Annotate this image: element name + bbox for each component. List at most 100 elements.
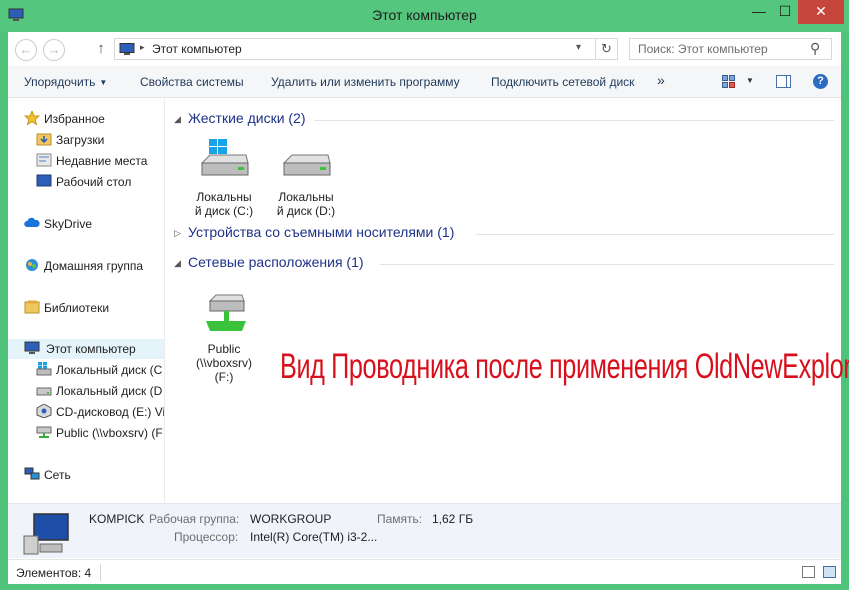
address-dropdown-icon[interactable]: ▾ — [576, 42, 581, 53]
computer-icon — [119, 43, 135, 55]
desktop-icon — [36, 174, 52, 187]
search-box[interactable]: Поиск: Этот компьютер ⚲ — [629, 38, 832, 60]
libraries-icon — [24, 300, 40, 314]
network-drive-icon — [206, 294, 246, 331]
network-drive-icon — [36, 426, 52, 438]
nav-item-label: Загрузки — [56, 133, 105, 147]
hard-drive-icon — [36, 387, 52, 396]
recent-places-icon — [36, 153, 52, 167]
memory-value: 1,62 ГБ — [432, 512, 474, 526]
status-bar: Элементов: 4 — [8, 559, 841, 584]
back-button[interactable]: ← — [15, 39, 37, 61]
nav-item-label: Недавние места — [56, 154, 148, 168]
search-icon[interactable]: ⚲ — [810, 40, 820, 57]
status-divider — [100, 564, 101, 581]
breadcrumb-separator-icon[interactable]: ▸ — [140, 42, 145, 53]
help-icon[interactable]: ? — [813, 74, 828, 89]
nav-favorites-label: Избранное — [44, 112, 105, 126]
forward-button[interactable]: → — [43, 39, 65, 61]
computer-icon — [23, 513, 69, 555]
chevron-down-icon: ▼ — [99, 78, 108, 87]
group-network[interactable]: ◢ Сетевые расположения (1) — [174, 254, 834, 274]
command-bar: Упорядочить ▼ Свойства системы Удалить ил… — [8, 66, 841, 98]
minimize-button[interactable]: — — [746, 0, 772, 24]
homegroup-icon — [26, 259, 38, 271]
memory-label: Память: — [377, 512, 423, 526]
title-bar[interactable]: Этот компьютер — ☐ ✕ — [0, 0, 849, 32]
explorer-window: ← → ↑ ▸ Этот компьютер ▾ ↻ Поиск: Этот к… — [8, 32, 849, 584]
group-collapse-icon[interactable]: ◢ — [174, 114, 181, 125]
nav-this-pc[interactable]: Этот компьютер — [8, 339, 164, 359]
group-title: Сетевые расположения (1) — [188, 254, 364, 270]
processor-label: Процессор: — [174, 530, 239, 544]
details-view-icon[interactable] — [802, 566, 815, 578]
drive-d[interactable]: Локальны й диск (D:) — [270, 139, 342, 218]
refresh-button[interactable]: ↻ — [595, 39, 617, 59]
large-icons-view-icon[interactable] — [823, 566, 836, 578]
nav-homegroup-label: Домашняя группа — [44, 259, 144, 273]
network-location-label: Public — [207, 342, 241, 356]
change-view-icon[interactable] — [722, 75, 735, 88]
group-removable[interactable]: ▷ Устройства со съемными носителями (1) — [174, 224, 834, 244]
windows-drive-icon — [36, 362, 52, 376]
drive-label: Локальны — [278, 190, 334, 204]
nav-item-label: Локальный диск (C — [56, 363, 163, 377]
network-location-public[interactable]: Public (\\vboxsrv) (F:) — [188, 291, 260, 384]
group-collapse-icon[interactable]: ◢ — [174, 258, 181, 269]
nav-item-label: CD-дисковод (E:) Vi — [56, 405, 165, 419]
organize-button[interactable]: Упорядочить ▼ — [24, 75, 107, 89]
nav-this-pc-label: Этот компьютер — [46, 342, 136, 356]
nav-skydrive-label: SkyDrive — [44, 217, 93, 231]
group-title: Устройства со съемными носителями (1) — [188, 224, 455, 240]
organize-label: Упорядочить — [24, 75, 96, 89]
cloud-icon — [24, 217, 40, 227]
window-title: Этот компьютер — [372, 7, 477, 23]
group-expand-icon[interactable]: ▷ — [174, 228, 181, 239]
address-bar[interactable]: ▸ Этот компьютер ▾ ↻ — [114, 38, 618, 60]
search-input[interactable]: Поиск: Этот компьютер — [638, 42, 768, 56]
group-title: Жесткие диски (2) — [188, 110, 306, 126]
drive-label: й диск (C:) — [194, 204, 254, 218]
maximize-button[interactable]: ☐ — [772, 0, 798, 24]
network-icon — [24, 467, 40, 480]
close-button[interactable]: ✕ — [798, 0, 844, 24]
workgroup-label: Рабочая группа: — [149, 512, 240, 526]
star-icon — [24, 111, 40, 125]
group-divider — [380, 264, 834, 265]
system-properties-button[interactable]: Свойства системы — [140, 75, 244, 89]
uninstall-program-button[interactable]: Удалить или изменить программу — [271, 75, 460, 89]
network-location-label: (\\vboxsrv) — [195, 356, 252, 370]
computer-name: KOMPICK — [89, 512, 145, 526]
address-row: ← → ↑ ▸ Этот компьютер ▾ ↻ Поиск: Этот к… — [8, 32, 841, 66]
network-location-label: (F:) — [214, 370, 234, 384]
processor-value: Intel(R) Core(TM) i3-2... — [250, 530, 378, 544]
group-hard-disks[interactable]: ◢ Жесткие диски (2) — [174, 110, 834, 130]
file-view: ◢ Жесткие диски (2) Локальны й диск (C:) — [166, 99, 849, 502]
downloads-folder-icon — [36, 133, 52, 146]
item-count: Элементов: 4 — [16, 566, 92, 580]
group-divider — [476, 234, 834, 235]
more-commands-icon[interactable]: » — [657, 72, 665, 88]
nav-item-label: Public (\\vboxsrv) (F — [56, 426, 163, 440]
hard-drive-icon — [282, 154, 331, 176]
view-options-dropdown-icon[interactable]: ▼ — [746, 76, 754, 85]
nav-network-label: Сеть — [44, 468, 71, 482]
details-pane: KOMPICK Рабочая группа: WORKGROUP Память… — [8, 503, 841, 558]
group-divider — [314, 120, 834, 121]
windows-drive-icon — [200, 139, 249, 176]
breadcrumb-this-pc[interactable]: Этот компьютер — [152, 42, 242, 56]
preview-pane-icon[interactable] — [776, 75, 791, 88]
up-button[interactable]: ↑ — [94, 39, 108, 59]
nav-libraries-label: Библиотеки — [44, 301, 110, 315]
computer-icon — [24, 341, 40, 354]
nav-item-label: Локальный диск (D — [56, 384, 163, 398]
map-network-drive-button[interactable]: Подключить сетевой диск — [491, 75, 634, 89]
nav-item-label: Рабочий стол — [56, 175, 132, 189]
cd-drive-icon — [36, 404, 52, 418]
navigation-pane: Избранное Загрузки Недавние места Рабочи… — [8, 99, 165, 502]
drive-label: й диск (D:) — [276, 204, 336, 218]
drive-c[interactable]: Локальны й диск (C:) — [188, 139, 260, 218]
overlay-caption: Вид Проводника после применения OldNewEx… — [280, 347, 849, 386]
drive-label: Локальны — [196, 190, 252, 204]
workgroup-value: WORKGROUP — [250, 512, 332, 526]
